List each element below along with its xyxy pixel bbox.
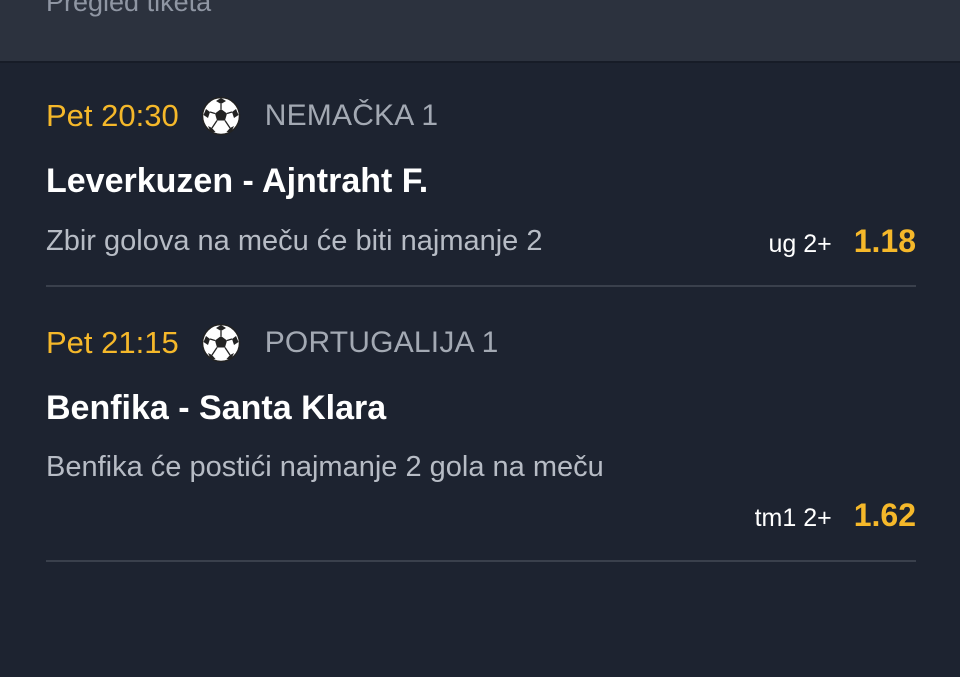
league-name: NEMAČKA 1	[264, 99, 439, 132]
ticket-item[interactable]: Pet 20:30 NEMAČKA 1 Leverkuzen - Ajntrah…	[46, 90, 916, 290]
pick-odd: 1.62	[853, 497, 916, 533]
bet-pick: tm1 2+ 1.62	[755, 497, 916, 534]
league-name: PORTUGALIJA 1	[264, 326, 499, 359]
match-time: Pet 20:30	[46, 98, 179, 133]
header-divider	[0, 61, 960, 63]
bet-pick: ug 2+ 1.18	[768, 223, 916, 260]
page-title: Pregled tiketa	[46, 0, 212, 17]
pick-code: tm1 2+	[754, 504, 832, 532]
match-name: Benfika - Santa Klara	[46, 389, 387, 427]
pick-odd: 1.18	[853, 223, 916, 259]
ticket-separator	[46, 560, 916, 562]
soccer-ball-icon	[201, 323, 240, 363]
pick-code: ug 2+	[768, 230, 832, 258]
ticket-meta-row: Pet 21:15 PORTUGALIJA 1	[46, 323, 499, 363]
match-time: Pet 21:15	[46, 325, 179, 360]
ticket-meta-row: Pet 20:30 NEMAČKA 1	[46, 96, 438, 136]
ticket-header: Pregled tiketa	[0, 0, 960, 61]
bet-description: Benfika će postići najmanje 2 gola na me…	[46, 451, 604, 483]
match-name: Leverkuzen - Ajntraht F.	[46, 162, 429, 200]
bet-description: Zbir golova na meču će biti najmanje 2	[46, 225, 543, 257]
ticket-separator	[46, 285, 916, 287]
ticket-item[interactable]: Pet 21:15 PORTUGALIJA 1 Benfika - Santa …	[46, 318, 916, 563]
soccer-ball-icon	[201, 96, 240, 136]
